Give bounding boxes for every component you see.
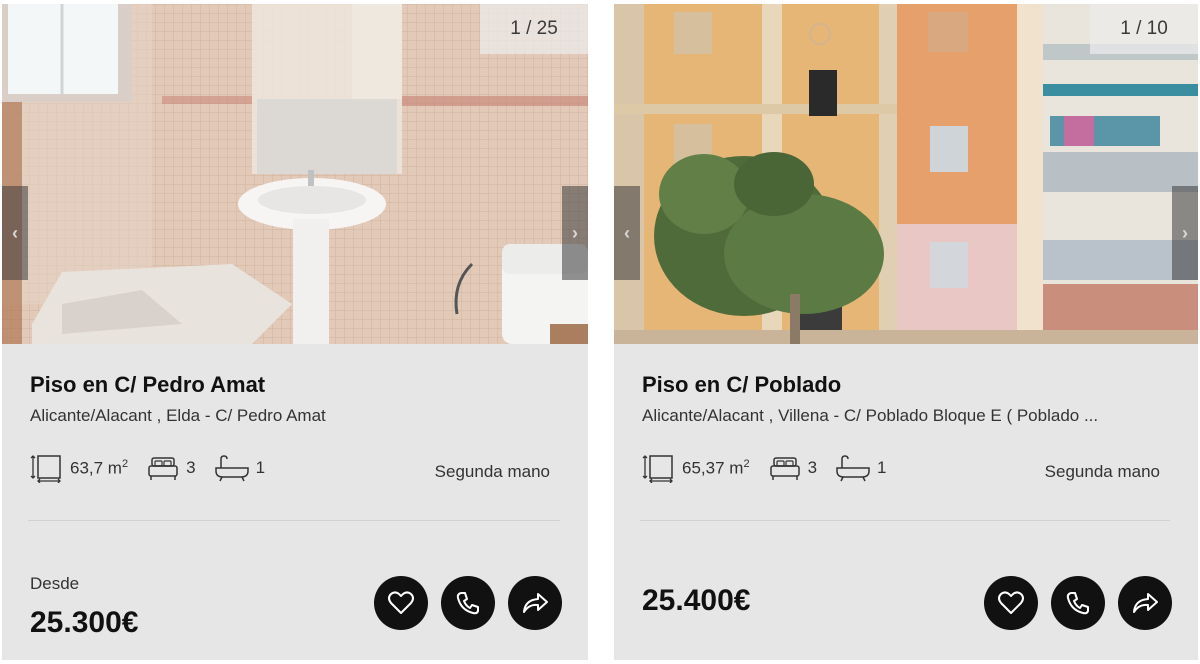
building-photo xyxy=(614,4,1198,344)
listing-price: 25.300€ xyxy=(30,606,139,639)
bathrooms-feature: 1 xyxy=(214,454,265,482)
area-value: 65,37 m2 xyxy=(682,457,750,478)
call-button[interactable] xyxy=(1051,576,1105,630)
phone-icon xyxy=(1066,592,1089,615)
area-icon xyxy=(642,455,673,483)
listing-card[interactable]: 1 / 10 ‹ › Piso en C/ Poblado Alicante/A… xyxy=(614,4,1198,660)
listing-photo[interactable]: 1 / 10 ‹ › xyxy=(614,4,1198,344)
bed-icon xyxy=(769,457,800,480)
bathtub-icon xyxy=(836,455,870,482)
prev-photo-button[interactable]: ‹ xyxy=(2,186,28,280)
condition-label: Segunda mano xyxy=(434,462,550,481)
listing-address: Alicante/Alacant , Villena - C/ Poblado … xyxy=(642,406,1099,425)
favorite-button[interactable] xyxy=(374,576,428,630)
photo-counter: 1 / 10 xyxy=(1090,4,1198,54)
listing-title[interactable]: Piso en C/ Poblado xyxy=(642,372,841,398)
divider xyxy=(640,520,1170,521)
favorite-button[interactable] xyxy=(984,576,1038,630)
listing-features: 65,37 m2 3 1 xyxy=(642,450,905,486)
bedrooms-count: 3 xyxy=(807,458,818,477)
bathrooms-count: 1 xyxy=(877,458,887,477)
call-button[interactable] xyxy=(441,576,495,630)
prev-photo-button[interactable]: ‹ xyxy=(614,186,640,280)
share-button[interactable] xyxy=(508,576,562,630)
divider xyxy=(28,520,560,521)
listing-features: 63,7 m2 3 1 xyxy=(30,450,283,486)
bathrooms-count: 1 xyxy=(255,458,266,477)
next-photo-button[interactable]: › xyxy=(562,186,588,280)
bathrooms-feature: 1 xyxy=(835,454,887,482)
area-value: 63,7 m2 xyxy=(70,457,129,478)
listing-card[interactable]: 1 / 25 ‹ › Piso en C/ Pedro Amat Alicant… xyxy=(2,4,588,660)
area-feature: 65,37 m2 xyxy=(642,453,750,483)
area-feature: 63,7 m2 xyxy=(30,453,128,483)
area-icon xyxy=(30,455,61,483)
listing-title[interactable]: Piso en C/ Pedro Amat xyxy=(30,372,265,398)
bathtub-icon xyxy=(214,455,249,482)
photo-counter: 1 / 25 xyxy=(480,4,588,54)
listing-actions xyxy=(374,576,562,630)
listing-price: 25.400€ xyxy=(642,584,751,617)
bedrooms-feature: 3 xyxy=(146,454,196,482)
heart-icon xyxy=(388,591,414,614)
share-icon xyxy=(1133,593,1158,613)
chevron-left-icon: ‹ xyxy=(12,222,18,243)
phone-icon xyxy=(456,592,479,615)
next-photo-button[interactable]: › xyxy=(1172,186,1198,280)
share-button[interactable] xyxy=(1118,576,1172,630)
listing-photo[interactable]: 1 / 25 ‹ › xyxy=(2,4,588,344)
condition-label: Segunda mano xyxy=(1044,462,1160,481)
bathroom-photo xyxy=(2,4,588,344)
bedrooms-count: 3 xyxy=(186,458,196,477)
bedrooms-feature: 3 xyxy=(768,454,817,482)
chevron-left-icon: ‹ xyxy=(624,222,630,243)
chevron-right-icon: › xyxy=(572,222,578,243)
bed-icon xyxy=(148,457,178,480)
chevron-right-icon: › xyxy=(1182,222,1188,243)
heart-icon xyxy=(998,591,1024,614)
share-icon xyxy=(523,593,548,613)
listing-actions xyxy=(984,576,1172,630)
listing-address: Alicante/Alacant , Elda - C/ Pedro Amat xyxy=(30,406,326,425)
price-prefix: Desde xyxy=(30,574,80,593)
